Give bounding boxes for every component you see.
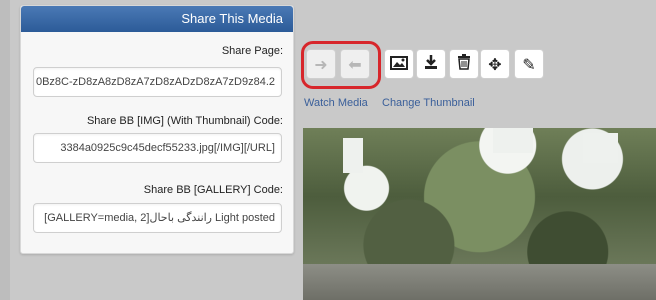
change-thumbnail-link[interactable]: Change Thumbnail — [382, 97, 475, 109]
road-area — [303, 264, 656, 300]
arrow-left-icon: ⬅ — [348, 54, 362, 74]
panel-title: Share This Media — [21, 6, 293, 32]
move-button[interactable]: ✥ — [480, 49, 510, 79]
share-bb-img-field[interactable]: 3384a0925c9c45decf55233.jpg[/IMG][/URL] — [33, 133, 282, 163]
move-arrows-icon: ✥ — [488, 54, 502, 74]
share-bb-gallery-value: [GALLERY=media, 2]رانندگی باحال Light po… — [44, 212, 275, 224]
next-button[interactable]: ➜ — [306, 49, 336, 79]
share-page-field[interactable]: 0Bz8C-zD8zA8zD8zA7zD8zADzD8zA7zD9z84.2 — [33, 67, 282, 97]
share-bb-img-value: 3384a0925c9c45decf55233.jpg[/IMG][/URL] — [60, 142, 275, 154]
sky-patch — [343, 138, 363, 173]
prev-button[interactable]: ⬅ — [340, 49, 370, 79]
image-icon — [390, 55, 408, 74]
edit-button[interactable]: ✎ — [514, 49, 544, 79]
screen: Share This Media Share Page: 0Bz8C-zD8zA… — [0, 0, 656, 300]
media-preview-image — [303, 128, 656, 300]
download-icon — [423, 54, 439, 74]
trash-icon — [457, 54, 471, 74]
sky-patch — [493, 128, 533, 153]
share-bb-gallery-label: Share BB [GALLERY] Code: — [143, 184, 283, 196]
arrow-right-icon: ➜ — [314, 54, 328, 74]
delete-button[interactable] — [449, 49, 479, 79]
share-bb-gallery-field[interactable]: [GALLERY=media, 2]رانندگی باحال Light po… — [33, 203, 282, 233]
share-bb-img-label: Share BB [IMG] (With Thumbnail) Code: — [86, 115, 283, 127]
image-button[interactable] — [384, 49, 414, 79]
left-gutter — [0, 0, 10, 300]
pencil-icon: ✎ — [522, 54, 536, 74]
watch-media-link[interactable]: Watch Media — [304, 97, 368, 109]
sky-patch — [583, 133, 618, 163]
share-panel: Share This Media Share Page: 0Bz8C-zD8zA… — [20, 5, 294, 254]
share-page-label: Share Page: — [221, 45, 283, 57]
download-button[interactable] — [416, 49, 446, 79]
share-page-value: 0Bz8C-zD8zA8zD8zA7zD8zADzD8zA7zD9z84.2 — [35, 76, 275, 88]
